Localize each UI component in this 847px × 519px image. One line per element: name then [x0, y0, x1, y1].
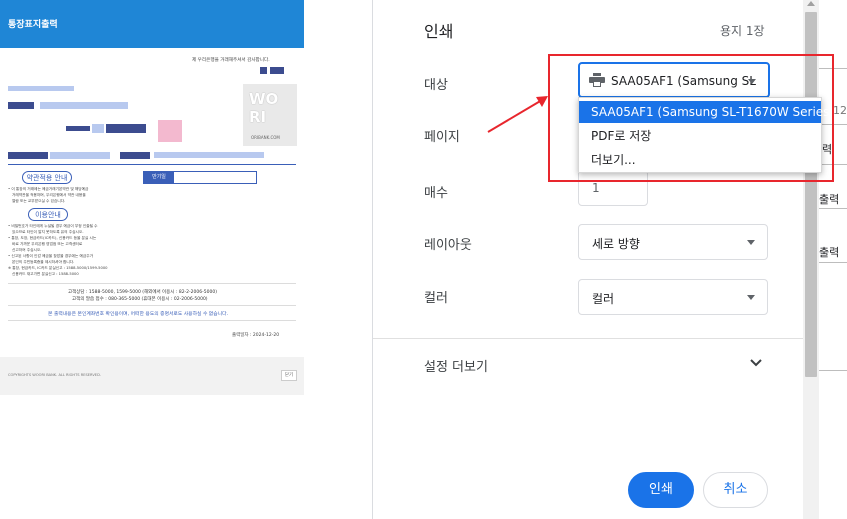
preview-redacted-block [120, 152, 150, 159]
color-value: 컬러 [592, 292, 615, 306]
preview-guide-pill: 약관적용 안내 [22, 171, 72, 184]
layout-select[interactable]: 세로 방향 [578, 224, 768, 260]
pages-label: 페이지 [424, 130, 460, 145]
preview-text: 열람 또는 교부받으실 수 있습니다. [12, 199, 66, 203]
red-arrow-annotation [487, 96, 548, 133]
preview-redacted-block [8, 102, 34, 109]
sheet-count: 용지 1장 [720, 24, 765, 38]
preview-gutter [304, 0, 372, 519]
preview-redacted-block [40, 102, 128, 109]
preview-redacted-block [106, 124, 146, 133]
background-text: 12 [833, 104, 847, 117]
preview-rate-label: 만기일 [144, 172, 174, 183]
preview-redacted-block [8, 86, 74, 91]
preview-divider [8, 320, 296, 321]
chevron-down-icon[interactable] [748, 357, 764, 369]
print-preview-area: 통장표지출력 제 우리은행을 거래해주셔서 감사합니다. WO RI ORIBA… [0, 0, 372, 519]
preview-text: 있으므로 타인이 알지 못하도록 유의 주십시오. [12, 230, 84, 234]
preview-divider [8, 283, 296, 284]
preview-header-title: 통장표지출력 [8, 20, 58, 30]
preview-header: 통장표지출력 [0, 0, 304, 48]
destination-value: SAA05AF1 (Samsung SL [611, 74, 756, 88]
preview-copyright: COPYRIGHTS WOORI BANK. ALL RIGHTS RESERV… [8, 373, 101, 377]
background-divider [819, 164, 847, 165]
preview-divider [8, 164, 296, 165]
preview-contact: 고객의 말씀 접수 : 080-365-5000 (휴대폰 이용시 : 02-2… [72, 297, 208, 302]
preview-text: 바로 가까운 우리은행 영업점 또는 고객센터로 [12, 242, 83, 246]
scroll-up-arrow-icon[interactable] [807, 1, 815, 6]
preview-text: 신용카드 재고가면 분실신고 : 1588-5000 [12, 272, 79, 276]
destination-label: 대상 [424, 78, 448, 93]
preview-text: ※ 통장, 현금카드, IC카드 분실신고 : 1588-5000/1599-5… [8, 266, 108, 270]
preview-text: • 이 통장의 거래에는 예금거래기본약관 및 해당예금 [8, 187, 89, 191]
preview-contact: 고객상담 : 1588-5000, 1599-5000 (해외에서 이용시 : … [68, 290, 217, 295]
dropdown-option-more[interactable]: 더보기... [579, 149, 821, 171]
preview-text: 본인의 주민등록증을 제시하셔야 합니다. [12, 260, 75, 264]
preview-output-date: 출력일자 : 2024-12-20 [232, 333, 280, 338]
preview-text: • 비밀번호가 타인에게 누설될 경우 예금이 부정 인출될 수 [8, 224, 98, 228]
more-settings-label[interactable]: 설정 더보기 [424, 356, 488, 375]
logo-domain: ORIBANK.COM [251, 135, 280, 140]
printer-icon [589, 73, 605, 87]
destination-select[interactable]: SAA05AF1 (Samsung SL [578, 62, 770, 98]
logo-text-line1: WO [249, 90, 279, 108]
color-label: 컬러 [424, 291, 448, 306]
preview-text: 신고하여 주십시오. [12, 248, 42, 252]
caret-down-icon [747, 295, 755, 300]
print-button[interactable]: 인쇄 [628, 472, 694, 508]
preview-page: 통장표지출력 제 우리은행을 거래해주셔서 감사합니다. WO RI ORIBA… [0, 0, 304, 519]
woori-logo: WO RI ORIBANK.COM [243, 84, 297, 146]
cancel-button[interactable]: 취소 [703, 472, 768, 508]
background-divider [819, 262, 847, 263]
background-divider [819, 370, 847, 371]
background-text: 출력 [819, 193, 840, 206]
preview-close-button: 닫기 [281, 370, 297, 381]
preview-usage-pill: 이용안내 [28, 208, 68, 221]
background-text: 력 [822, 143, 833, 156]
preview-greeting: 제 우리은행을 거래해주셔서 감사합니다. [192, 58, 270, 63]
panel-scrollbar-thumb[interactable] [805, 12, 817, 377]
caret-down-icon [748, 79, 756, 84]
preview-redacted-block [270, 67, 284, 74]
print-dialog-title: 인쇄 [424, 22, 454, 41]
destination-dropdown: SAA05AF1 (Samsung SL-T1670W Series) PDF로… [578, 97, 834, 173]
layout-value: 세로 방향 [592, 237, 640, 251]
dropdown-option-pdf[interactable]: PDF로 저장 [579, 125, 821, 147]
preview-text: • 통장, 도장, 현금카드(IC카드), 신용카드 등을 분실 시는 [8, 236, 97, 240]
background-divider [819, 68, 847, 69]
preview-redacted-block [260, 67, 267, 74]
preview-divider [8, 305, 296, 306]
preview-text: • 신고된 사항이 인감 예금을 찾았을 경우에는 예금주가 [8, 254, 94, 258]
copies-input[interactable]: 1 [578, 170, 648, 206]
copies-label: 매수 [424, 186, 448, 201]
background-text: 출력 [819, 246, 840, 259]
caret-down-icon [747, 240, 755, 245]
preview-redacted-block [50, 152, 110, 159]
panel-divider [373, 338, 803, 339]
color-select[interactable]: 컬러 [578, 279, 768, 315]
preview-redacted-block [92, 124, 104, 133]
background-divider [819, 208, 847, 209]
preview-rate-box: 만기일 [143, 171, 257, 184]
preview-redacted-block [8, 152, 48, 159]
background-divider [819, 124, 847, 125]
layout-label: 레이아웃 [424, 238, 472, 253]
preview-notice: 본 출력내용은 본인계좌번호 확인용이며, 어떠한 용도의 증명서로도 사용하실… [48, 312, 229, 317]
dropdown-option-samsung[interactable]: SAA05AF1 (Samsung SL-T1670W Series) [579, 101, 834, 123]
logo-text-line2: RI [249, 108, 267, 126]
preview-text: 거래약관을 적용하며, 우리은행에서 약관 내용을 [12, 193, 86, 197]
preview-redacted-block [158, 120, 182, 142]
preview-footer: COPYRIGHTS WOORI BANK. ALL RIGHTS RESERV… [0, 357, 304, 395]
preview-redacted-block [154, 152, 264, 158]
preview-redacted-block [66, 126, 90, 131]
